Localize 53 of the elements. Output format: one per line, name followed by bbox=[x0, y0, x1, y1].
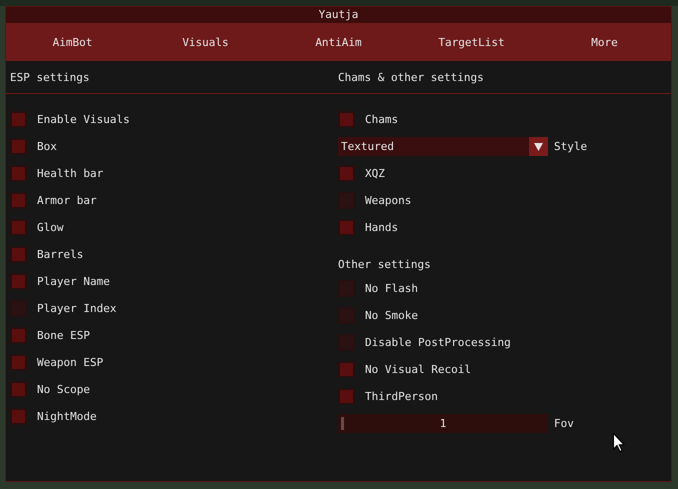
option-label: Enable Visuals bbox=[37, 113, 130, 126]
option-label: Barrels bbox=[37, 248, 84, 261]
option-label: Glow bbox=[37, 221, 64, 234]
checkbox[interactable] bbox=[338, 361, 355, 378]
slider-value: 1 bbox=[440, 417, 446, 430]
option-label: No Flash bbox=[365, 282, 418, 295]
checkbox[interactable] bbox=[10, 246, 27, 263]
option-label: No Visual Recoil bbox=[365, 363, 471, 376]
option-label: Hands bbox=[365, 221, 398, 234]
option-label: Box bbox=[37, 140, 57, 153]
option-label: Bone ESP bbox=[37, 329, 90, 342]
checkbox[interactable] bbox=[10, 408, 27, 425]
option-label: No Smoke bbox=[365, 309, 418, 322]
style-dropdown[interactable]: Textured bbox=[338, 137, 548, 156]
checkbox[interactable] bbox=[10, 273, 27, 290]
option-label: Player Name bbox=[37, 275, 110, 288]
fov-slider[interactable]: 1 bbox=[338, 414, 548, 433]
option-label: Health bar bbox=[37, 167, 104, 180]
option-label: Weapon ESP bbox=[37, 356, 104, 369]
section-heading: ESP settings bbox=[10, 70, 90, 84]
checkbox[interactable] bbox=[10, 381, 27, 398]
option-label: Fov bbox=[554, 417, 574, 430]
dropdown-arrow-icon bbox=[534, 142, 543, 150]
tab[interactable]: More bbox=[538, 23, 671, 61]
option-label: No Scope bbox=[37, 383, 90, 396]
tab[interactable]: TargetList bbox=[405, 23, 538, 61]
option-label: Disable PostProcessing bbox=[365, 336, 511, 349]
checkbox[interactable] bbox=[10, 354, 27, 371]
checkbox[interactable] bbox=[10, 138, 27, 155]
tab[interactable]: AimBot bbox=[6, 23, 139, 61]
mouse-pointer-icon bbox=[613, 433, 625, 452]
checkbox[interactable] bbox=[10, 111, 27, 128]
checkbox[interactable] bbox=[338, 111, 355, 128]
checkbox[interactable] bbox=[338, 388, 355, 405]
option-label: NightMode bbox=[37, 410, 97, 423]
option-label: Style bbox=[554, 140, 588, 153]
section-heading: Chams & other settings bbox=[338, 70, 484, 84]
window-title: Yautja bbox=[6, 7, 671, 23]
tab[interactable]: AntiAim bbox=[272, 23, 405, 61]
checkbox[interactable] bbox=[10, 192, 27, 209]
option-label: Weapons bbox=[365, 194, 412, 207]
option-label: Chams bbox=[365, 113, 398, 126]
option-label: ThirdPerson bbox=[365, 390, 438, 403]
checkbox[interactable] bbox=[338, 219, 355, 236]
tab[interactable]: Visuals bbox=[139, 23, 272, 61]
checkbox[interactable] bbox=[10, 219, 27, 236]
option-label: Player Index bbox=[37, 302, 116, 315]
checkbox[interactable] bbox=[10, 327, 27, 344]
option-label: Armor bar bbox=[37, 194, 97, 207]
checkbox[interactable] bbox=[338, 165, 355, 182]
section-heading: Other settings bbox=[338, 258, 431, 271]
option-label: XQZ bbox=[365, 167, 385, 180]
checkbox[interactable] bbox=[10, 165, 27, 182]
